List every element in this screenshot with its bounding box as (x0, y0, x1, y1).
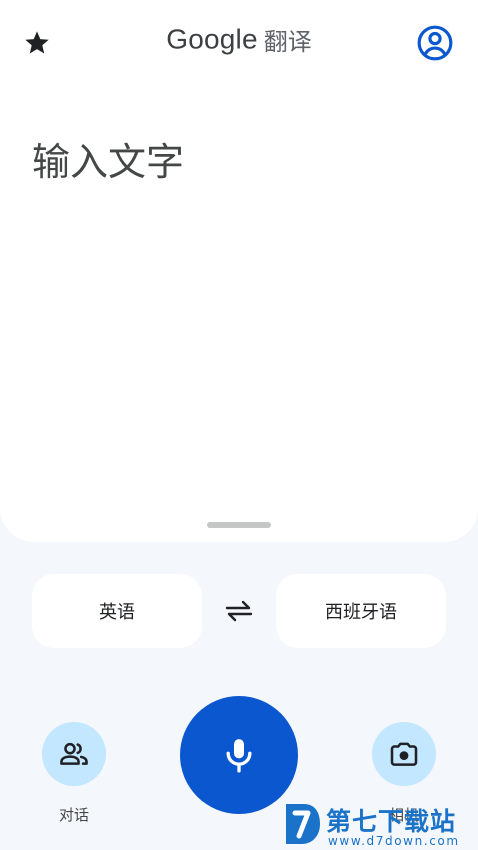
voice-input-button[interactable] (180, 696, 298, 814)
watermark-text: 第七下载站 (326, 807, 457, 836)
camera-icon (390, 742, 418, 766)
app-title: Google 翻译 (0, 22, 478, 57)
text-input[interactable] (32, 132, 446, 192)
top-app-bar: Google 翻译 (0, 0, 478, 86)
watermark-url: www.d7down.com (328, 834, 460, 848)
camera-button[interactable] (372, 722, 436, 786)
people-icon (60, 742, 88, 765)
input-panel: Google 翻译 (0, 0, 478, 542)
target-language-label: 西班牙语 (325, 602, 397, 623)
drag-handle[interactable] (207, 522, 271, 528)
google-wordmark: Google (166, 23, 258, 55)
swap-arrows-icon (225, 600, 253, 622)
title-suffix: 翻译 (263, 28, 312, 56)
source-language-button[interactable]: 英语 (32, 574, 202, 648)
swap-languages-button[interactable] (220, 594, 258, 628)
site-watermark: 第七下载站 www.d7down.com (284, 798, 478, 850)
account-button[interactable] (414, 22, 456, 64)
account-circle-icon (417, 25, 453, 61)
target-language-button[interactable]: 西班牙语 (276, 574, 446, 648)
conversation-label: 对话 (58, 806, 89, 824)
d7-logo-icon (286, 804, 320, 844)
microphone-icon (226, 739, 252, 773)
conversation-button[interactable] (42, 722, 106, 786)
source-language-label: 英语 (99, 602, 135, 623)
